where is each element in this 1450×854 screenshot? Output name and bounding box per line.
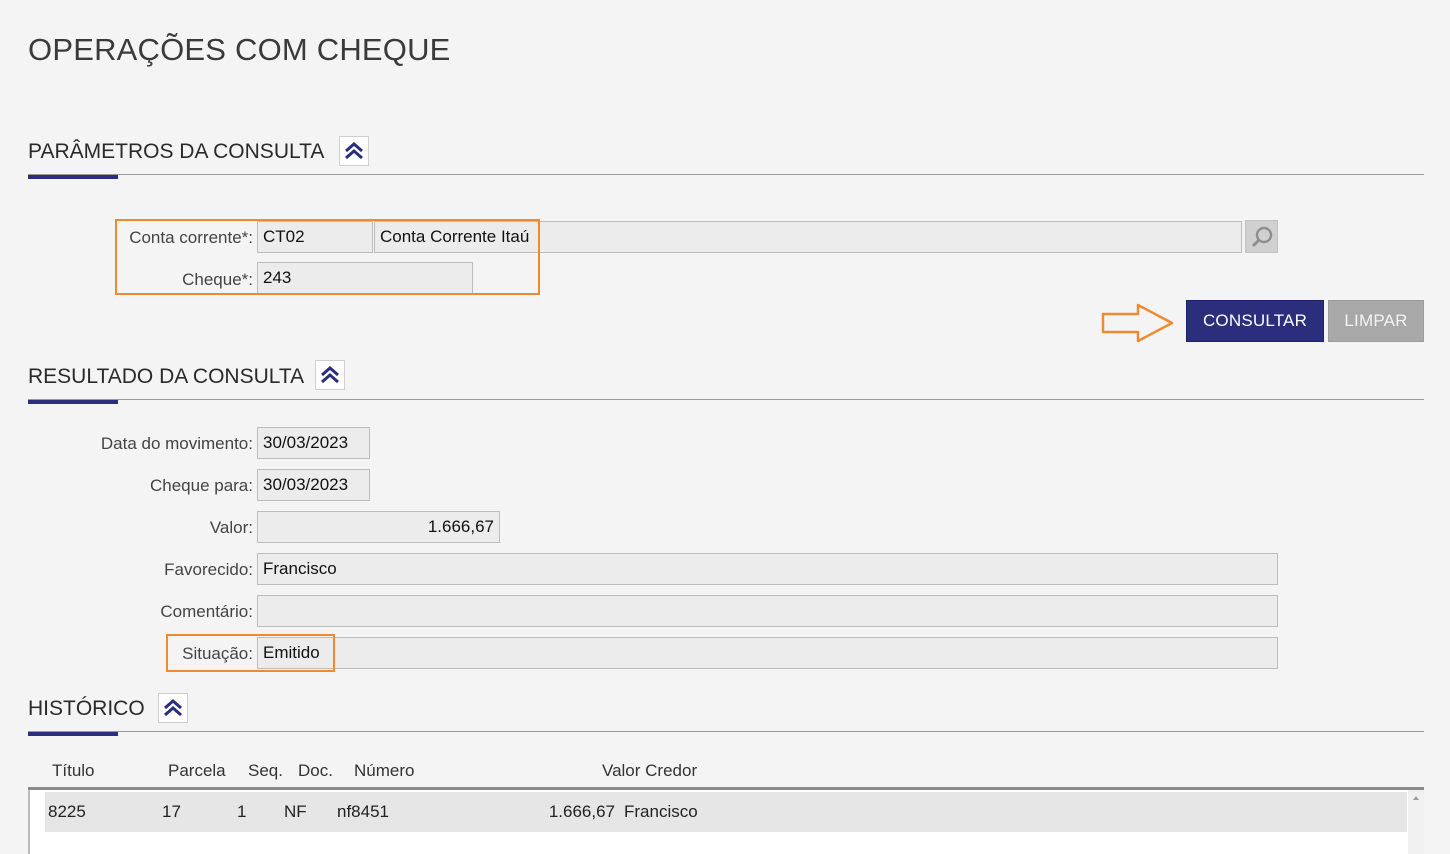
table-row[interactable] <box>45 792 1407 832</box>
situacao-highlight-box <box>166 634 335 672</box>
conta-corrente-search-button[interactable] <box>1245 220 1278 253</box>
result-collapse-button[interactable] <box>315 360 345 390</box>
cell-numero: nf8451 <box>337 802 389 821</box>
params-divider <box>28 174 1424 175</box>
column-header-doc[interactable]: Doc. <box>298 761 333 781</box>
result-divider-accent <box>28 400 118 404</box>
comentario-field[interactable] <box>257 595 1278 627</box>
table-scrollbar[interactable] <box>1408 790 1424 854</box>
limpar-button[interactable]: LIMPAR <box>1328 300 1424 342</box>
valor-label: Valor: <box>209 518 253 537</box>
double-chevron-up-icon <box>321 366 339 384</box>
cell-titulo: 8225 <box>48 802 86 821</box>
column-header-seq[interactable]: Seq. <box>248 761 283 781</box>
params-collapse-button[interactable] <box>339 136 369 166</box>
cheque-para-label: Cheque para: <box>149 476 253 495</box>
column-header-valor-credor[interactable]: Valor Credor <box>602 761 697 781</box>
historico-section-title: HISTÓRICO <box>28 697 145 720</box>
cell-valor: 1.666,67 <box>548 802 615 821</box>
scroll-up-arrow-icon[interactable] <box>1408 790 1424 806</box>
magnifier-icon <box>1251 226 1272 247</box>
data-movimento-label: Data do movimento: <box>100 434 253 453</box>
situacao-field[interactable]: Emitido <box>257 637 1278 669</box>
result-divider <box>28 399 1424 400</box>
favorecido-field[interactable]: Francisco <box>257 553 1278 585</box>
comentario-label: Comentário: <box>160 602 253 621</box>
page-title: OPERAÇÕES COM CHEQUE <box>28 32 451 67</box>
cell-doc: NF <box>284 802 307 821</box>
cell-seq: 1 <box>237 802 247 821</box>
valor-field[interactable]: 1.666,67 <box>257 511 500 543</box>
params-section-title: PARÂMETROS DA CONSULTA <box>28 140 325 163</box>
double-chevron-up-icon <box>345 142 363 160</box>
column-header-parcela[interactable]: Parcela <box>168 761 226 781</box>
table-left-edge <box>28 790 30 854</box>
result-section-title: RESULTADO DA CONSULTA <box>28 365 305 388</box>
data-movimento-field[interactable]: 30/03/2023 <box>257 427 370 459</box>
column-header-titulo[interactable]: Título <box>52 761 95 781</box>
cheque-para-field[interactable]: 30/03/2023 <box>257 469 370 501</box>
arrow-right-outline-icon <box>1101 303 1174 343</box>
historico-divider <box>28 731 1424 732</box>
consultar-button[interactable]: CONSULTAR <box>1186 300 1324 342</box>
historico-collapse-button[interactable] <box>158 693 188 723</box>
historico-divider-accent <box>28 732 118 736</box>
params-divider-accent <box>28 175 118 179</box>
cell-parcela: 17 <box>162 802 181 821</box>
params-highlight-box <box>115 219 540 295</box>
favorecido-label: Favorecido: <box>164 560 253 579</box>
cell-credor: Francisco <box>624 802 698 821</box>
double-chevron-up-icon <box>164 699 182 717</box>
column-header-numero[interactable]: Número <box>354 761 414 781</box>
